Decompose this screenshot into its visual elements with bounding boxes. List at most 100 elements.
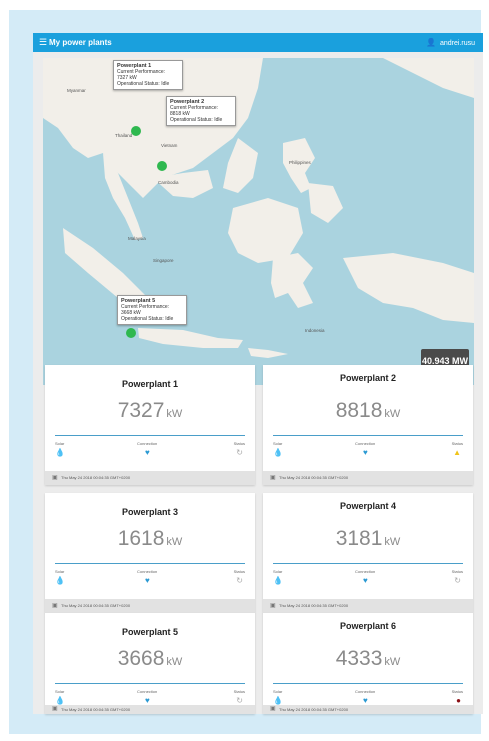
plant-timestamp: Thu May 24 2018 00:04:35 GMT+0200 bbox=[279, 475, 349, 480]
top-bar: ☰ My power plants 👤 andrei.rusu bbox=[33, 33, 483, 52]
map-label: Cambodia bbox=[158, 180, 179, 185]
output-unit: kW bbox=[166, 536, 183, 548]
calendar-icon: ▣ bbox=[270, 475, 276, 481]
plant-name: Powerplant 1 bbox=[121, 379, 178, 389]
plant-timestamp: Thu May 24 2018 00:04:35 GMT+0200 bbox=[61, 603, 131, 608]
connection-label: Connection bbox=[355, 569, 376, 574]
map-label: Philippines bbox=[289, 160, 311, 165]
map-label: Singapore bbox=[153, 258, 174, 263]
warning-icon: ▲ bbox=[453, 448, 461, 457]
water-drop-icon: 💧 bbox=[273, 576, 283, 585]
output-unit: kW bbox=[166, 408, 183, 420]
map-marker[interactable] bbox=[157, 161, 167, 171]
status-label: Status bbox=[451, 441, 463, 446]
map-label: Myanmar bbox=[67, 88, 86, 93]
plant-card[interactable]: Powerplant 2 8818 kW Solar Connection Sta… bbox=[263, 365, 473, 485]
plant-name: Powerplant 6 bbox=[339, 621, 396, 631]
connection-label: Connection bbox=[137, 569, 158, 574]
popup-line: Operational Status: Idle bbox=[117, 81, 170, 87]
solar-label: Solar bbox=[55, 689, 65, 694]
app-title: My power plants bbox=[49, 38, 112, 47]
username: andrei.rusu bbox=[439, 40, 475, 47]
plant-card[interactable]: Powerplant 3 1618 kW Solar Connection Sta… bbox=[45, 493, 255, 613]
output-unit: kW bbox=[384, 408, 401, 420]
plant-card[interactable]: Powerplant 6 4333 kW Solar Connection Sta… bbox=[263, 613, 473, 714]
plant-name: Powerplant 3 bbox=[121, 507, 178, 517]
divider bbox=[273, 683, 463, 684]
plant-name: Powerplant 2 bbox=[339, 373, 396, 383]
user-menu[interactable]: 👤 andrei.rusu bbox=[426, 37, 475, 49]
map-label: Vietnam bbox=[161, 143, 178, 148]
heart-icon: ♥ bbox=[145, 576, 150, 585]
output-value: 4333 bbox=[335, 647, 383, 670]
menu-icon[interactable]: ☰ bbox=[39, 37, 47, 48]
divider bbox=[273, 435, 463, 436]
plant-output: 3181 kW bbox=[263, 527, 473, 551]
map-popup[interactable]: Powerplant 5 Current Performance: 3668 k… bbox=[117, 295, 187, 325]
output-unit: kW bbox=[166, 656, 183, 668]
calendar-icon: ▣ bbox=[52, 603, 58, 609]
map-marker[interactable] bbox=[126, 328, 136, 338]
app-window: ☰ My power plants 👤 andrei.rusu Myanmar T… bbox=[33, 33, 483, 714]
output-unit: kW bbox=[384, 536, 401, 548]
map[interactable]: Myanmar Thailand Vietnam Cambodia Philip… bbox=[43, 58, 474, 385]
plant-timestamp-bar: ▣ Thu May 24 2018 00:04:35 GMT+0200 bbox=[45, 705, 255, 714]
map-land-layer bbox=[43, 58, 474, 385]
heart-icon: ♥ bbox=[145, 696, 150, 705]
plant-output: 3668 kW bbox=[45, 647, 255, 671]
heart-icon: ♥ bbox=[363, 448, 368, 457]
map-label: Malaysia bbox=[128, 236, 146, 241]
water-drop-icon: 💧 bbox=[55, 696, 65, 705]
plant-timestamp-bar: ▣ Thu May 24 2018 00:04:35 GMT+0200 bbox=[45, 471, 255, 485]
solar-label: Solar bbox=[273, 689, 283, 694]
plant-output: 1618 kW bbox=[45, 527, 255, 551]
map-label: Thailand bbox=[115, 133, 133, 138]
map-popup[interactable]: Powerplant 1 Current Performance: 7327 k… bbox=[113, 60, 183, 90]
plant-card[interactable]: Powerplant 5 3668 kW Solar Connection Sta… bbox=[45, 613, 255, 714]
plant-timestamp-bar: ▣ Thu May 24 2018 00:04:35 GMT+0200 bbox=[45, 599, 255, 613]
divider bbox=[55, 435, 245, 436]
map-marker[interactable] bbox=[131, 126, 141, 136]
plant-card[interactable]: Powerplant 1 7327 kW Solar Connection Sta… bbox=[45, 365, 255, 485]
heart-icon: ♥ bbox=[363, 696, 368, 705]
divider bbox=[55, 563, 245, 564]
heart-icon: ♥ bbox=[363, 576, 368, 585]
plant-name: Powerplant 4 bbox=[339, 501, 396, 511]
plant-output: 7327 kW bbox=[45, 399, 255, 423]
water-drop-icon: 💧 bbox=[55, 448, 65, 457]
idle-icon: ↻ bbox=[236, 696, 243, 705]
output-value: 8818 bbox=[335, 399, 383, 422]
plant-timestamp-bar: ▣ Thu May 24 2018 00:04:35 GMT+0200 bbox=[263, 705, 473, 714]
solar-label: Solar bbox=[273, 569, 283, 574]
solar-label: Solar bbox=[55, 569, 65, 574]
person-icon: 👤 bbox=[426, 38, 436, 47]
plant-timestamp: Thu May 24 2018 00:04:35 GMT+0200 bbox=[61, 707, 131, 712]
status-label: Status bbox=[451, 689, 463, 694]
plant-timestamp-bar: ▣ Thu May 24 2018 00:04:35 GMT+0200 bbox=[263, 471, 473, 485]
output-value: 7327 bbox=[117, 399, 165, 422]
water-drop-icon: 💧 bbox=[273, 696, 283, 705]
divider bbox=[55, 683, 245, 684]
status-label: Status bbox=[451, 569, 463, 574]
plant-name: Powerplant 5 bbox=[121, 627, 178, 637]
connection-label: Connection bbox=[355, 689, 376, 694]
plant-output: 8818 kW bbox=[263, 399, 473, 423]
status-label: Status bbox=[233, 569, 245, 574]
map-popup[interactable]: Powerplant 2 Current Performance: 8818 k… bbox=[166, 96, 236, 126]
plant-card[interactable]: Powerplant 4 3181 kW Solar Connection Sta… bbox=[263, 493, 473, 613]
status-label: Status bbox=[233, 689, 245, 694]
status-label: Status bbox=[233, 441, 245, 446]
connection-label: Connection bbox=[137, 689, 158, 694]
solar-label: Solar bbox=[55, 441, 65, 446]
output-unit: kW bbox=[384, 656, 401, 668]
calendar-icon: ▣ bbox=[270, 706, 276, 712]
connection-label: Connection bbox=[137, 441, 158, 446]
water-drop-icon: 💧 bbox=[55, 576, 65, 585]
water-drop-icon: 💧 bbox=[273, 448, 283, 457]
plant-timestamp: Thu May 24 2018 00:04:35 GMT+0200 bbox=[279, 603, 349, 608]
calendar-icon: ▣ bbox=[270, 603, 276, 609]
idle-icon: ↻ bbox=[454, 576, 461, 585]
divider bbox=[273, 563, 463, 564]
error-icon: ● bbox=[456, 696, 461, 705]
connection-label: Connection bbox=[355, 441, 376, 446]
